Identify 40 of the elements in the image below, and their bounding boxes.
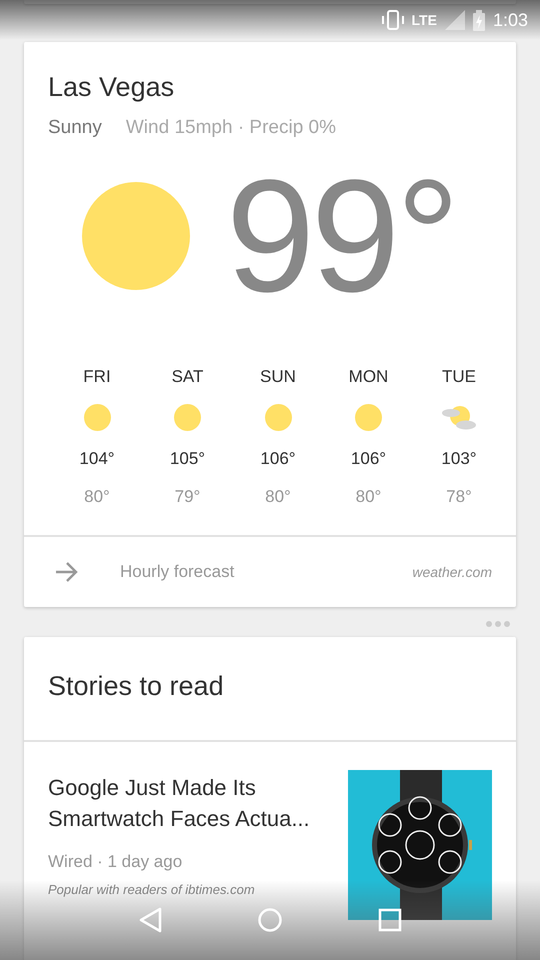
more-icon[interactable]: [486, 621, 510, 627]
arrow-icon[interactable]: [54, 560, 78, 584]
recents-icon[interactable]: [378, 908, 402, 932]
low-temperature: 80°: [356, 487, 382, 507]
story-note: Popular with readers of ibtimes.com: [48, 882, 256, 897]
home-icon[interactable]: [258, 908, 282, 932]
condition-text: Sunny: [48, 117, 102, 139]
day-label: MON: [348, 367, 388, 387]
current-temperature: 99°: [226, 156, 456, 316]
source-label: weather.com: [412, 564, 492, 580]
low-temperature: 79°: [174, 487, 200, 507]
battery-icon: [472, 10, 485, 30]
low-temperature: 78°: [446, 487, 472, 507]
high-temperature: 103°: [441, 449, 477, 469]
sun-icon: [355, 404, 382, 430]
weather-details: Wind 15mph · Precip 0%: [126, 117, 336, 139]
low-temperature: 80°: [84, 487, 110, 507]
sun-icon: [82, 182, 190, 290]
sun-icon: [174, 404, 201, 430]
high-temperature: 105°: [170, 449, 206, 469]
network-label: LTE: [412, 12, 437, 28]
story-meta: Wired · 1 day ago: [48, 852, 184, 872]
story-headline[interactable]: Google Just Made Its Smartwatch Faces Actua...: [48, 770, 328, 834]
sun-cloud-icon: [442, 403, 476, 431]
high-temperature: 106°: [350, 449, 386, 469]
day-label: SAT: [172, 367, 204, 387]
signal-icon: [444, 10, 465, 30]
section-title: Stories to read: [24, 637, 516, 742]
vibrate-icon: [382, 10, 404, 30]
sun-icon: [264, 404, 292, 430]
high-temperature: 104°: [79, 449, 115, 469]
clock-time: 1:03: [492, 10, 528, 30]
sun-icon: [84, 404, 110, 430]
low-temperature: 80°: [265, 487, 291, 507]
day-label: FRI: [83, 367, 111, 387]
high-temperature: 106°: [260, 449, 296, 469]
day-label: TUE: [442, 367, 476, 387]
city-name: Las Vegas: [48, 72, 176, 103]
back-icon[interactable]: [138, 907, 163, 933]
day-label: SUN: [260, 367, 296, 387]
